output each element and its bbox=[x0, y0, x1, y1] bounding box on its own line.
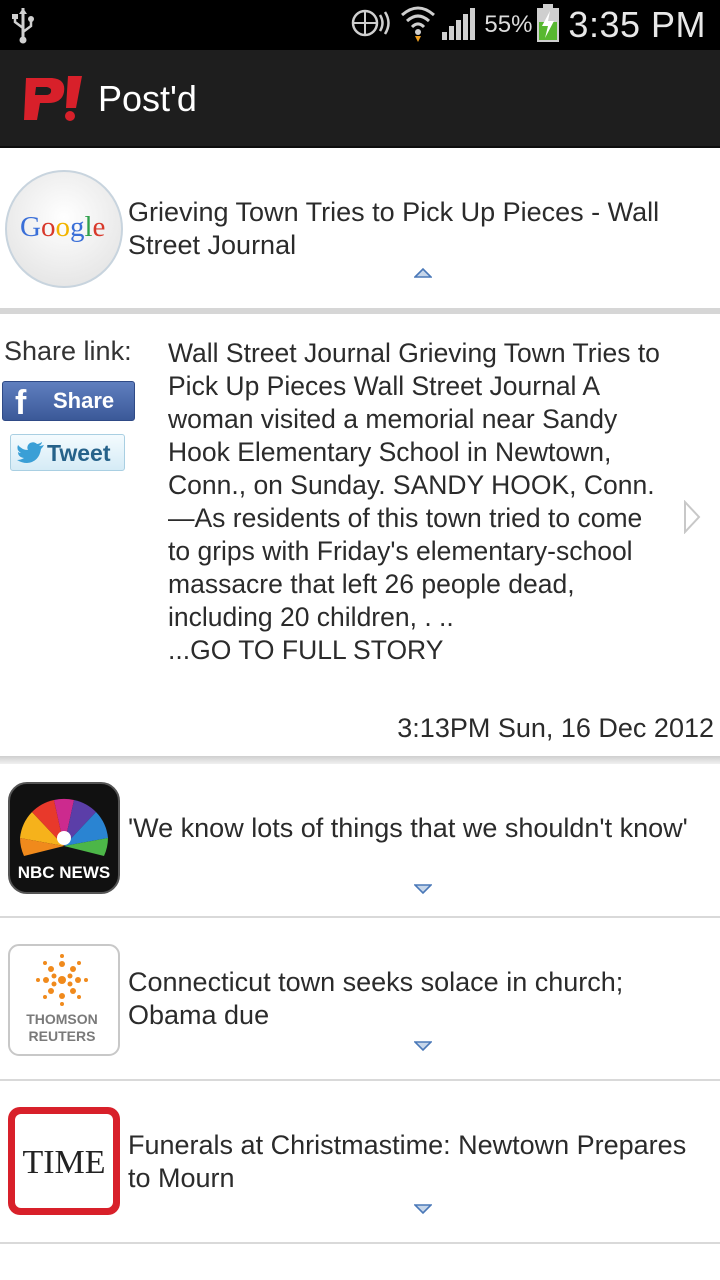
news-feed[interactable]: Google Grieving Town Tries to Pick Up Pi… bbox=[0, 148, 720, 1280]
thomson-reuters-logo-icon: THOMSON REUTERS bbox=[8, 944, 120, 1061]
app-bar: Post'd bbox=[0, 50, 720, 148]
news-item-reuters[interactable]: THOMSON REUTERS Connecticut town seeks s… bbox=[0, 918, 720, 1081]
news-title[interactable]: 'We know lots of things that we shouldn'… bbox=[128, 812, 700, 845]
expand-chevron-icon[interactable] bbox=[413, 1202, 433, 1220]
svg-text:Google: Google bbox=[20, 211, 105, 243]
clock: 3:35 PM bbox=[568, 4, 706, 45]
battery-percent: 55% bbox=[484, 11, 533, 38]
tweet-label: Tweet bbox=[47, 440, 111, 466]
news-item-partial[interactable] bbox=[0, 1244, 720, 1280]
article-summary: Wall Street Journal Grieving Town Tries … bbox=[168, 337, 668, 667]
usb-icon bbox=[10, 6, 36, 49]
news-item-nbc[interactable]: NBC NEWS 'We know lots of things that we… bbox=[0, 764, 720, 918]
collapse-chevron-icon[interactable] bbox=[413, 266, 433, 284]
google-logo-icon: Google bbox=[4, 168, 124, 295]
battery-charging-icon bbox=[536, 3, 560, 47]
time-magazine-logo-icon: TIME bbox=[6, 1105, 122, 1222]
news-title[interactable]: Funerals at Christmastime: Newtown Prepa… bbox=[128, 1129, 700, 1195]
signal-icon bbox=[442, 6, 478, 45]
expand-chevron-icon[interactable] bbox=[413, 1039, 433, 1057]
summary-text: Wall Street Journal Grieving Town Tries … bbox=[168, 338, 660, 632]
article-detail: Share link: f Share Tweet Wall Street Jo… bbox=[0, 308, 720, 756]
app-title: Post'd bbox=[98, 78, 197, 119]
article-timestamp: 3:13PM Sun, 16 Dec 2012 bbox=[397, 713, 714, 743]
facebook-share-label: Share bbox=[53, 388, 115, 413]
news-item-google[interactable]: Google Grieving Town Tries to Pick Up Pi… bbox=[0, 148, 720, 308]
nfc-icon bbox=[348, 6, 396, 45]
news-title[interactable]: Connecticut town seeks solace in church;… bbox=[128, 966, 700, 1032]
svg-text:THOMSON: THOMSON bbox=[26, 1011, 98, 1027]
nbc-news-logo-icon: NBC NEWS bbox=[8, 782, 120, 899]
share-link-label: Share link: bbox=[4, 336, 132, 366]
expand-chevron-icon[interactable] bbox=[413, 882, 433, 900]
svg-text:TIME: TIME bbox=[22, 1144, 105, 1181]
wifi-icon bbox=[400, 3, 436, 48]
news-title[interactable]: Grieving Town Tries to Pick Up Pieces - … bbox=[128, 196, 700, 262]
svg-text:REUTERS: REUTERS bbox=[29, 1028, 96, 1044]
twitter-bird-icon bbox=[17, 442, 45, 469]
facebook-share-button[interactable]: f Share bbox=[2, 381, 135, 422]
facebook-icon: f bbox=[15, 384, 27, 422]
status-bar: 55% 3:35 PM bbox=[0, 0, 720, 50]
svg-text:NBC NEWS: NBC NEWS bbox=[18, 863, 111, 882]
tweet-button[interactable]: Tweet bbox=[10, 434, 125, 471]
next-article-arrow-icon[interactable] bbox=[682, 499, 702, 539]
app-logo[interactable] bbox=[22, 74, 88, 129]
news-item-time[interactable]: TIME Funerals at Christmastime: Newtown … bbox=[0, 1081, 720, 1244]
section-divider bbox=[0, 756, 720, 764]
go-to-full-story-link[interactable]: ...GO TO FULL STORY bbox=[168, 634, 668, 667]
